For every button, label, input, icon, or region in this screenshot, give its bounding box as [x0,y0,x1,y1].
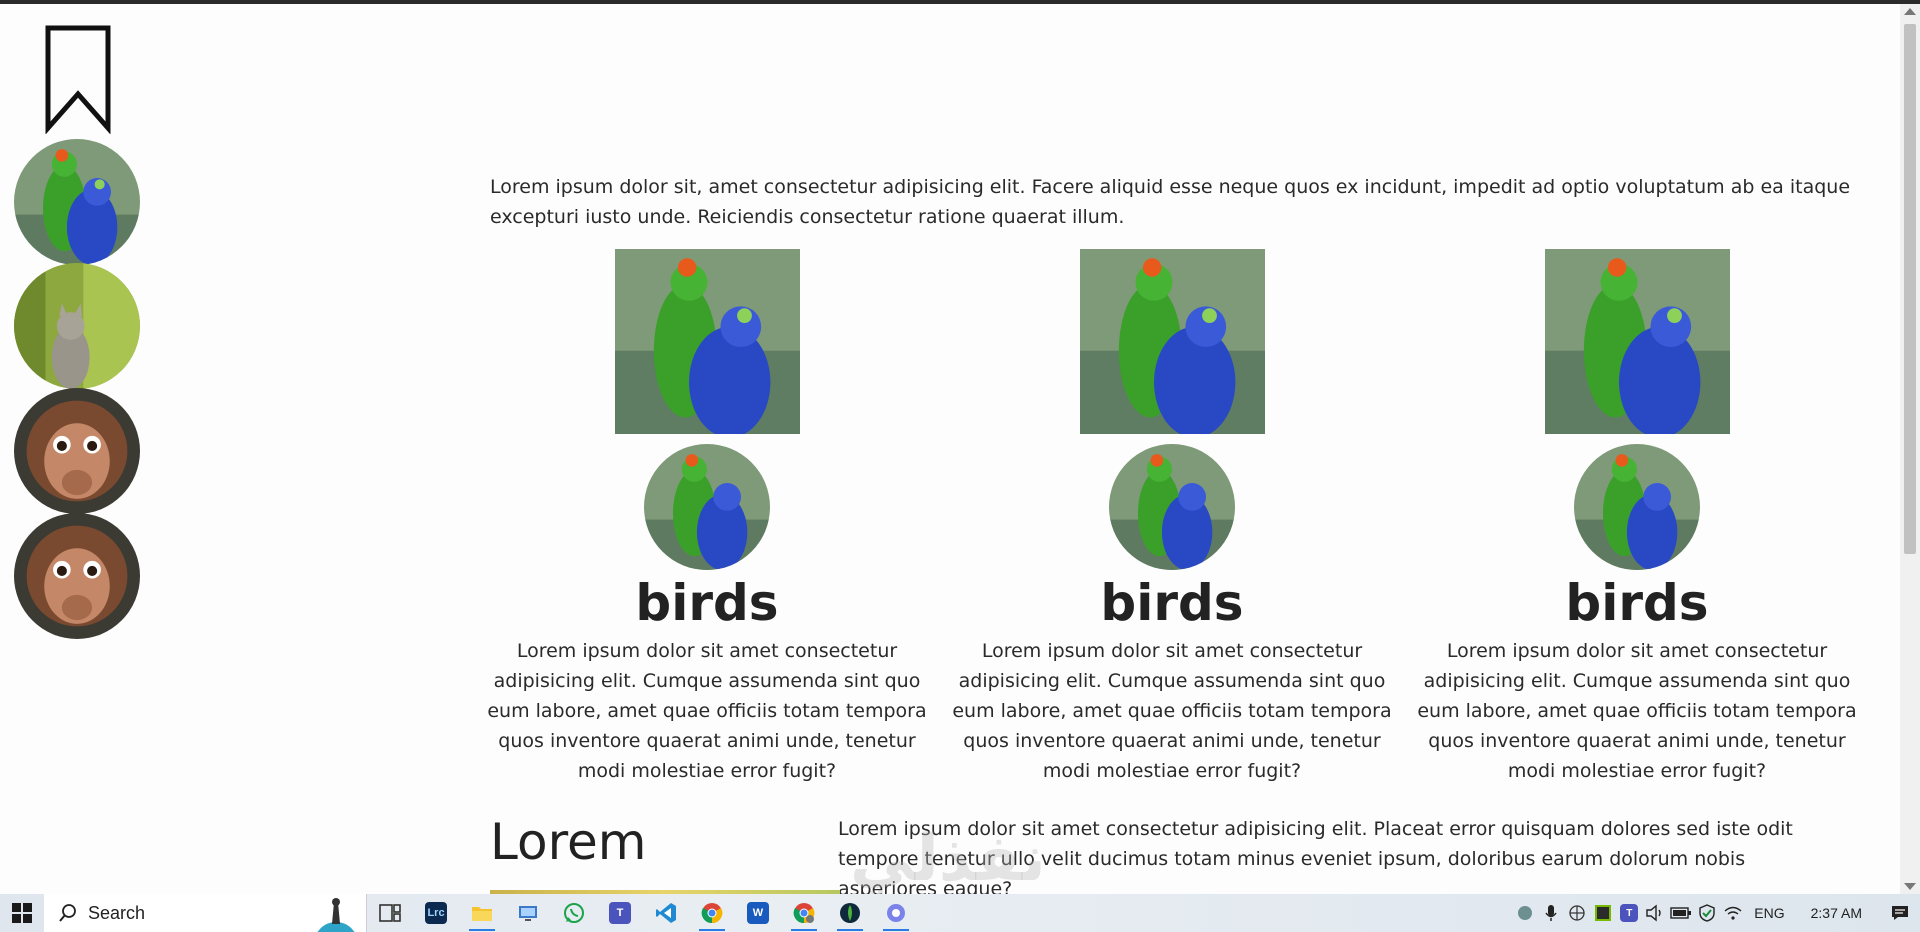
taskbar-word[interactable]: W [735,894,781,932]
taskbar-chrome[interactable] [689,894,735,932]
sidebar-avatar-cat[interactable] [14,263,140,389]
nvidia-icon[interactable] [1590,894,1616,932]
card-image [1544,249,1730,434]
task-view-icon [379,904,401,922]
taskbar-lightroom-classic[interactable]: Lrc [413,894,459,932]
taskbar-vscode[interactable] [643,894,689,932]
lightroom-classic-icon: Lrc [425,902,447,924]
system-tray: T ENG 2:37 AM [1512,894,1920,932]
card-avatar [1109,444,1235,570]
taskbar-teams-chat[interactable] [873,894,919,932]
windows-taskbar: Search Lrc T W T ENG 2:37 AM [0,894,1920,932]
card-text: Lorem ipsum dolor sit amet consectetur a… [1417,640,1857,782]
scroll-up-arrow-icon[interactable] [1904,8,1916,15]
mongodb-compass-icon [840,903,860,923]
volume-icon[interactable] [1642,894,1668,932]
wifi-icon[interactable] [1720,894,1746,932]
teams-icon: T [609,902,631,924]
card-birds-2: birds Lorem ipsum dolor sit amet consect… [952,249,1392,786]
card-image [1079,249,1265,434]
search-icon [59,904,76,922]
sidebar-avatar-monkey[interactable] [14,388,140,514]
word-icon: W [747,902,769,924]
clock[interactable]: 2:37 AM [1793,905,1880,921]
intro-paragraph: Lorem ipsum dolor sit, amet consectetur … [490,176,1851,228]
card-title: birds [635,574,779,632]
remote-desktop-icon [519,906,537,921]
sidebar-avatar-monkey-2[interactable] [14,513,140,639]
folder-icon [472,907,492,921]
vertical-scrollbar[interactable] [1900,4,1920,894]
vscode-icon [656,903,676,923]
teams-chat-icon [887,904,905,922]
taskbar-file-explorer[interactable] [459,894,505,932]
taskbar-whatsapp[interactable] [551,894,597,932]
taskbar-remote-desktop[interactable] [505,894,551,932]
card-avatar [644,444,770,570]
card-text: Lorem ipsum dolor sit amet consectetur a… [952,640,1392,782]
card-avatar [1574,444,1700,570]
card-birds-3: birds Lorem ipsum dolor sit amet consect… [1417,249,1857,786]
security-shield-icon[interactable] [1694,894,1720,932]
taskbar-mongodb-compass[interactable] [827,894,873,932]
taskbar-chrome-profile[interactable] [781,894,827,932]
card-title: birds [1565,574,1709,632]
search-label: Search [88,902,146,923]
card-image [614,249,800,434]
windows-logo-icon [12,903,32,923]
microphone-icon[interactable] [1538,894,1564,932]
search-highlight-icon [317,898,355,932]
sidebar-avatar-birds[interactable] [14,139,140,265]
web-page: Lorem ipsum dolor sit, amet consectetur … [0,4,1900,894]
status-circle-icon[interactable] [1512,894,1538,932]
card-birds-1: birds Lorem ipsum dolor sit amet consect… [487,249,927,786]
card-title: birds [1100,574,1244,632]
start-button[interactable] [0,894,44,932]
whatsapp-icon [564,903,584,923]
section-heading: Lorem [490,813,647,871]
watermark: نفذلي [850,822,1046,894]
battery-icon[interactable] [1668,894,1694,932]
bookmark-icon[interactable] [44,24,112,135]
network-share-icon[interactable] [1564,894,1590,932]
scroll-down-arrow-icon[interactable] [1904,883,1916,890]
taskbar-teams[interactable]: T [597,894,643,932]
input-language[interactable]: ENG [1746,905,1792,921]
taskbar-search-box[interactable]: Search [44,894,367,932]
card-text: Lorem ipsum dolor sit amet consectetur a… [487,640,927,782]
notifications-icon[interactable] [1880,894,1920,932]
teams-tray-icon[interactable]: T [1616,894,1642,932]
taskbar-task-view[interactable] [367,894,413,932]
scroll-thumb[interactable] [1904,24,1916,554]
chrome-profile-icon [793,903,815,924]
chrome-icon [701,903,723,924]
